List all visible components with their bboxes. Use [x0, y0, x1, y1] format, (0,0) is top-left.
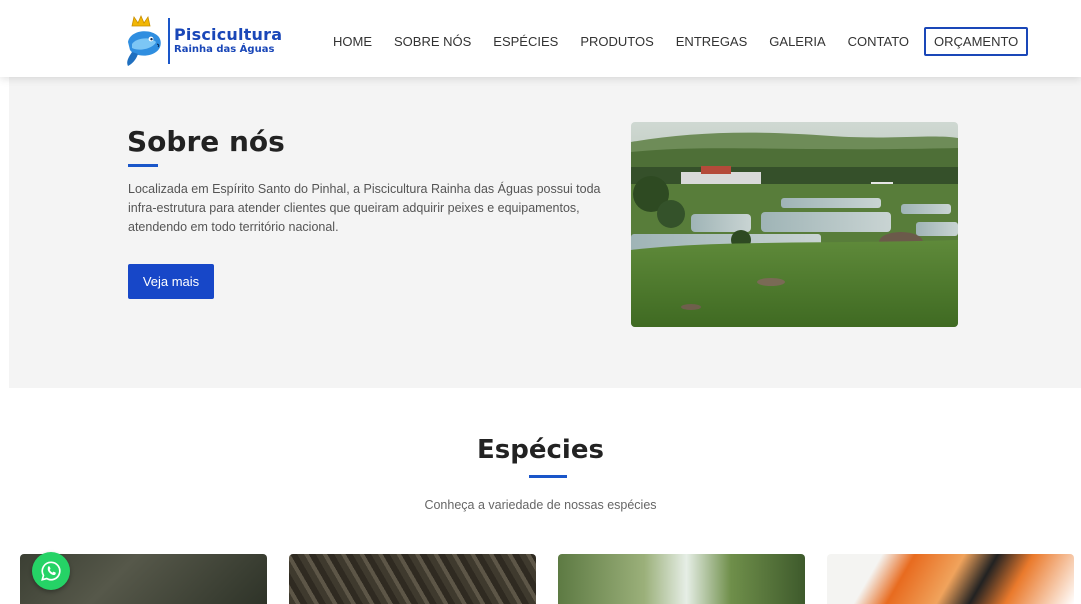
- species-card[interactable]: [289, 554, 536, 604]
- logo-divider: [168, 18, 170, 64]
- nav-especies[interactable]: ESPÉCIES: [493, 34, 558, 49]
- nav-home[interactable]: HOME: [333, 34, 372, 49]
- nav-sobre-nos[interactable]: SOBRE NÓS: [394, 34, 471, 49]
- species-title: Espécies: [477, 435, 604, 465]
- nav-contato[interactable]: CONTATO: [848, 34, 909, 49]
- nav-entregas[interactable]: ENTREGAS: [676, 34, 748, 49]
- site-logo[interactable]: Piscicultura Rainha das Águas: [124, 14, 282, 68]
- orcamento-button[interactable]: ORÇAMENTO: [924, 26, 1029, 56]
- main-nav: HOME SOBRE NÓS ESPÉCIES PRODUTOS ENTREGA…: [322, 26, 1029, 56]
- veja-mais-button[interactable]: Veja mais: [128, 264, 214, 299]
- species-card[interactable]: [558, 554, 805, 604]
- about-text: Localizada em Espírito Santo do Pinhal, …: [128, 182, 601, 234]
- fish-farm-photo: [631, 122, 958, 327]
- about-title-underline: [128, 164, 158, 167]
- whatsapp-button[interactable]: [32, 552, 70, 590]
- site-header: Piscicultura Rainha das Águas HOME SOBRE…: [0, 0, 1081, 77]
- species-title-underline: [529, 475, 567, 478]
- logo-subtitle: Rainha das Águas: [174, 44, 275, 55]
- logo-title: Piscicultura: [174, 25, 283, 44]
- species-card[interactable]: [827, 554, 1074, 604]
- about-title: Sobre nós: [127, 125, 285, 158]
- logo-text: Piscicultura Rainha das Águas: [174, 27, 282, 55]
- species-subtitle: Conheça a variedade de nossas espécies: [424, 498, 657, 512]
- nav-galeria[interactable]: GALERIA: [769, 34, 825, 49]
- fish-crown-logo-icon: [124, 14, 166, 68]
- nav-produtos[interactable]: PRODUTOS: [580, 34, 653, 49]
- about-section: Sobre nós Localizada em Espírito Santo d…: [9, 77, 1081, 388]
- whatsapp-icon: [41, 561, 61, 581]
